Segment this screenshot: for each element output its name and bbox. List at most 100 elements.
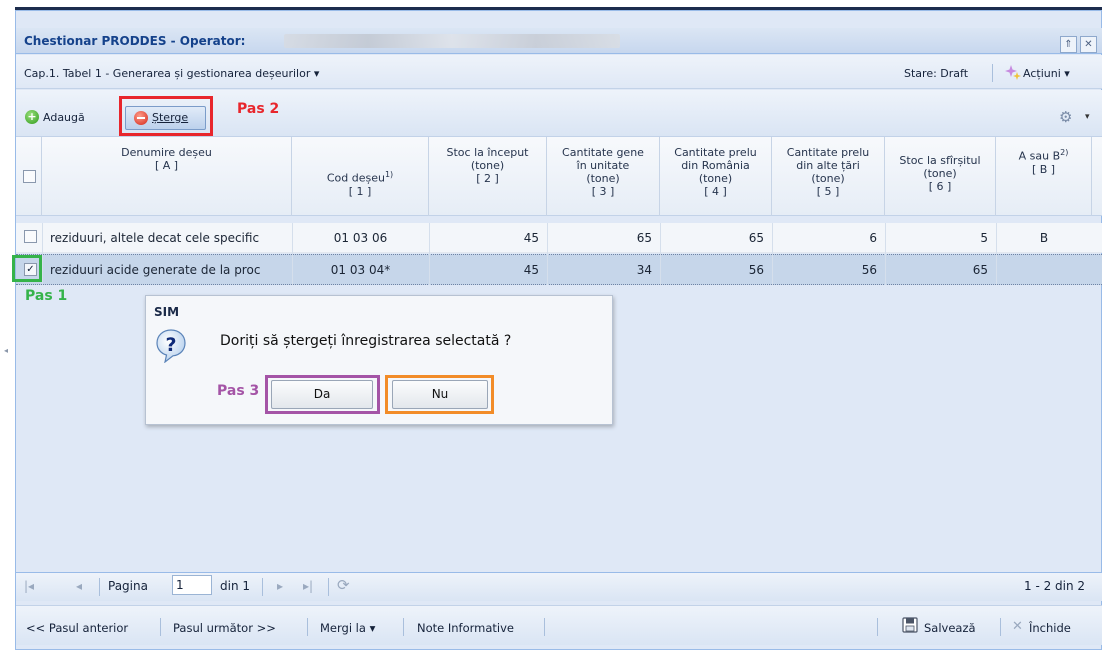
header-line: Stoc la început bbox=[446, 146, 529, 159]
collapse-icon[interactable]: ⇑ bbox=[1060, 36, 1077, 53]
start-stock-cell[interactable]: 45 bbox=[429, 263, 539, 277]
separator bbox=[1000, 618, 1001, 636]
record-summary: 1 - 2 din 2 bbox=[1024, 579, 1086, 593]
footnote-mark: 2) bbox=[1060, 148, 1069, 157]
received-abroad-cell[interactable]: 6 bbox=[772, 231, 877, 245]
table-row-selected[interactable]: ✓ reziduuri acide generate de la proc 01… bbox=[16, 254, 1102, 285]
received-romania-cell[interactable]: 56 bbox=[660, 263, 764, 277]
row-checkbox[interactable] bbox=[24, 230, 37, 243]
close-window-icon[interactable]: ✕ bbox=[1080, 36, 1097, 53]
step2-highlight bbox=[119, 96, 213, 136]
next-step-button[interactable]: Pasul următor >> bbox=[173, 621, 276, 635]
add-icon[interactable]: + bbox=[25, 110, 39, 124]
header-line: [ 4 ] bbox=[704, 185, 727, 198]
actions-menu-label: Acțiuni bbox=[1023, 67, 1061, 80]
column-divider bbox=[292, 223, 293, 285]
header-start-stock[interactable]: Stoc la început (tone)[ 2 ] bbox=[429, 137, 547, 216]
header-received-abroad[interactable]: Cantitate prelu din alte țări (tone)[ 5 ] bbox=[772, 137, 885, 216]
end-stock-cell[interactable]: 65 bbox=[885, 263, 988, 277]
informative-notes-button[interactable]: Note Informative bbox=[417, 621, 514, 635]
status-label: Stare: Draft bbox=[904, 67, 969, 80]
header-line: (tone) bbox=[811, 172, 845, 185]
next-page-icon[interactable]: ▸ bbox=[277, 579, 283, 593]
column-divider bbox=[772, 223, 773, 285]
add-button[interactable]: Adaugă bbox=[43, 111, 85, 124]
window-title: Chestionar PRODDES - Operator: bbox=[24, 34, 246, 48]
goto-menu[interactable]: Mergi la ▾ bbox=[320, 621, 375, 635]
chevron-down-icon: ▾ bbox=[369, 621, 376, 635]
column-divider bbox=[660, 223, 661, 285]
column-divider bbox=[547, 223, 548, 285]
separator bbox=[99, 578, 100, 596]
received-romania-cell[interactable]: 65 bbox=[660, 231, 764, 245]
header-waste-name[interactable]: Denumire deșeu[ A ] bbox=[42, 137, 292, 216]
separator bbox=[160, 618, 161, 636]
separator bbox=[992, 64, 993, 82]
generated-qty-cell[interactable]: 65 bbox=[547, 231, 652, 245]
header-line: A sau B bbox=[1018, 149, 1061, 163]
page-count: din 1 bbox=[220, 579, 251, 593]
header-line: (tone) bbox=[586, 172, 620, 185]
table-row[interactable]: reziduuri, altele decat cele specific 01… bbox=[16, 223, 1102, 253]
header-generated-qty[interactable]: Cantitate gene în unitate (tone)[ 3 ] bbox=[547, 137, 660, 216]
redacted-operator-name bbox=[284, 34, 620, 48]
close-icon[interactable]: ✕ bbox=[1012, 619, 1023, 634]
generated-qty-cell[interactable]: 34 bbox=[547, 263, 652, 277]
step1-annotation: Pas 1 bbox=[25, 288, 68, 304]
waste-name-cell[interactable]: reziduuri acide generate de la proc bbox=[50, 263, 288, 277]
header-line: Stoc la sfîrșitul bbox=[899, 154, 981, 167]
question-icon: ? bbox=[156, 329, 186, 363]
page-number-input[interactable]: 1 bbox=[172, 575, 212, 595]
column-divider bbox=[996, 223, 997, 285]
header-line: în unitate bbox=[576, 159, 630, 172]
end-stock-cell[interactable]: 5 bbox=[885, 231, 988, 245]
step1-highlight bbox=[12, 255, 42, 282]
waste-code-cell[interactable]: 01 03 06 bbox=[292, 231, 429, 245]
header-line: (tone) bbox=[923, 167, 957, 180]
a-or-b-cell[interactable]: B bbox=[996, 231, 1092, 245]
chapter-menu[interactable]: Cap.1. Tabel 1 - Generarea și gestionare… bbox=[24, 67, 319, 80]
header-line: [ 2 ] bbox=[476, 172, 499, 185]
goto-menu-label: Mergi la bbox=[320, 621, 366, 635]
column-divider bbox=[42, 223, 43, 285]
waste-name-cell[interactable]: reziduuri, altele decat cele specific bbox=[50, 231, 288, 245]
separator bbox=[307, 618, 308, 636]
save-icon[interactable] bbox=[902, 617, 918, 633]
previous-step-button[interactable]: << Pasul anterior bbox=[26, 621, 128, 635]
collapse-handle-icon[interactable]: ◂ bbox=[4, 346, 8, 355]
page-label: Pagina bbox=[108, 579, 148, 593]
first-page-icon[interactable]: |◂ bbox=[24, 579, 34, 593]
received-abroad-cell[interactable]: 56 bbox=[772, 263, 877, 277]
step2-annotation: Pas 2 bbox=[237, 101, 280, 117]
actions-menu[interactable]: Acțiuni ▾ bbox=[1023, 67, 1070, 80]
start-stock-cell[interactable]: 45 bbox=[429, 231, 539, 245]
separator bbox=[328, 578, 329, 596]
last-page-icon[interactable]: ▸| bbox=[303, 579, 313, 593]
select-all-checkbox[interactable] bbox=[23, 170, 36, 183]
header-line: din alte țări bbox=[796, 159, 860, 172]
save-button[interactable]: Salvează bbox=[924, 621, 976, 635]
header-a-or-b[interactable]: A sau B2) [ B ] bbox=[996, 137, 1092, 216]
header-waste-code[interactable]: Cod deșeu1) [ 1 ] bbox=[292, 137, 429, 216]
dialog-message: Doriți să ștergeți înregistrarea selecta… bbox=[220, 333, 512, 349]
gear-menu-chevron-icon[interactable]: ▾ bbox=[1085, 112, 1090, 122]
refresh-icon[interactable]: ⟳ bbox=[337, 576, 350, 594]
close-button[interactable]: Închide bbox=[1029, 621, 1099, 635]
footnote-mark: 1) bbox=[384, 170, 394, 179]
prev-page-icon[interactable]: ◂ bbox=[76, 579, 82, 593]
header-line: Cantitate gene bbox=[562, 146, 644, 159]
header-line: [ 6 ] bbox=[928, 180, 952, 193]
header-end-stock[interactable]: Stoc la sfîrșitul (tone)[ 6 ] bbox=[885, 137, 996, 216]
header-line: (tone) bbox=[470, 159, 505, 172]
header-line: Denumire deșeu bbox=[121, 146, 212, 159]
column-divider bbox=[885, 223, 886, 285]
gear-icon[interactable]: ⚙ bbox=[1059, 108, 1072, 126]
header-received-romania[interactable]: Cantitate prelu din România (tone)[ 4 ] bbox=[660, 137, 772, 216]
header-line: Cod deșeu bbox=[326, 171, 385, 185]
separator bbox=[262, 578, 263, 596]
step3-annotation: Pas 3 bbox=[217, 383, 260, 399]
header-select-all[interactable] bbox=[16, 137, 42, 216]
header-line: [ B ] bbox=[1031, 162, 1056, 176]
waste-code-cell[interactable]: 01 03 04* bbox=[292, 263, 429, 277]
step3-highlight bbox=[265, 375, 380, 414]
